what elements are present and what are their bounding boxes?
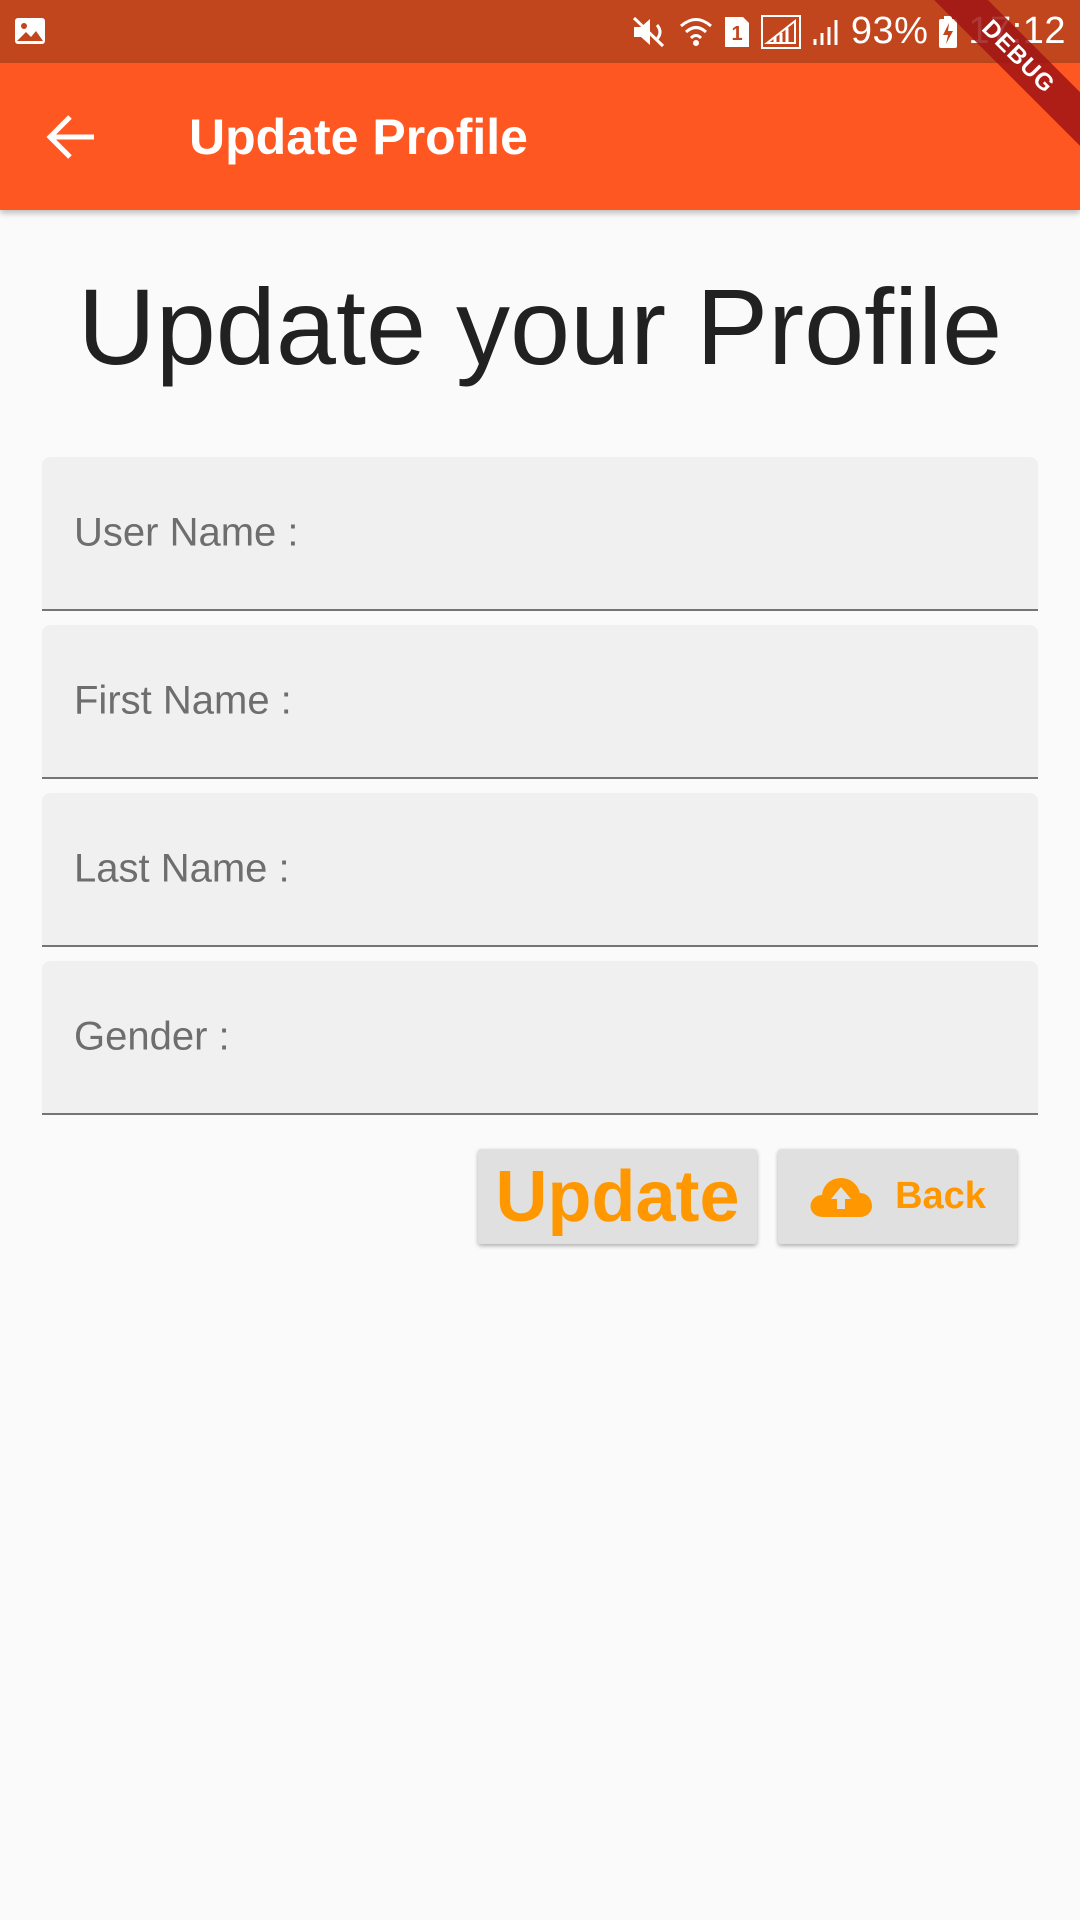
signal-icon [813,19,838,45]
sim-slot-number: 1 [731,23,742,45]
user-name-input[interactable] [42,457,1038,609]
first-name-input[interactable] [42,625,1038,777]
battery-percent: 93% [850,10,929,52]
update-button[interactable]: Update [478,1149,757,1244]
last-name-field[interactable]: Last Name : [42,793,1038,947]
mute-icon [632,16,664,47]
user-name-field[interactable]: User Name : [42,457,1038,611]
arrow-back-icon[interactable] [46,113,98,161]
status-icons: 1 93% 17:12 [631,0,1066,63]
cloud-upload-icon [810,1177,873,1217]
gender-field[interactable]: Gender : [42,961,1038,1115]
back-button[interactable]: Back [778,1149,1017,1244]
clock: 17:12 [968,10,1066,52]
page-title: Update your Profile [77,266,1003,387]
status-bar: 1 93% 17:12 [0,0,1080,63]
gallery-icon [15,18,45,44]
wifi-icon [679,17,712,46]
first-name-field[interactable]: First Name : [42,625,1038,779]
update-button-label: Update [495,1156,740,1237]
back-button-label: Back [895,1175,986,1217]
app-bar-title: Update Profile [189,109,528,165]
app-bar: Update Profile [0,63,1080,210]
battery-charging-icon [939,15,958,48]
signal-icon [760,14,801,49]
sim-icon: 1 [724,16,749,47]
last-name-input[interactable] [42,793,1038,945]
gender-input[interactable] [42,961,1038,1113]
